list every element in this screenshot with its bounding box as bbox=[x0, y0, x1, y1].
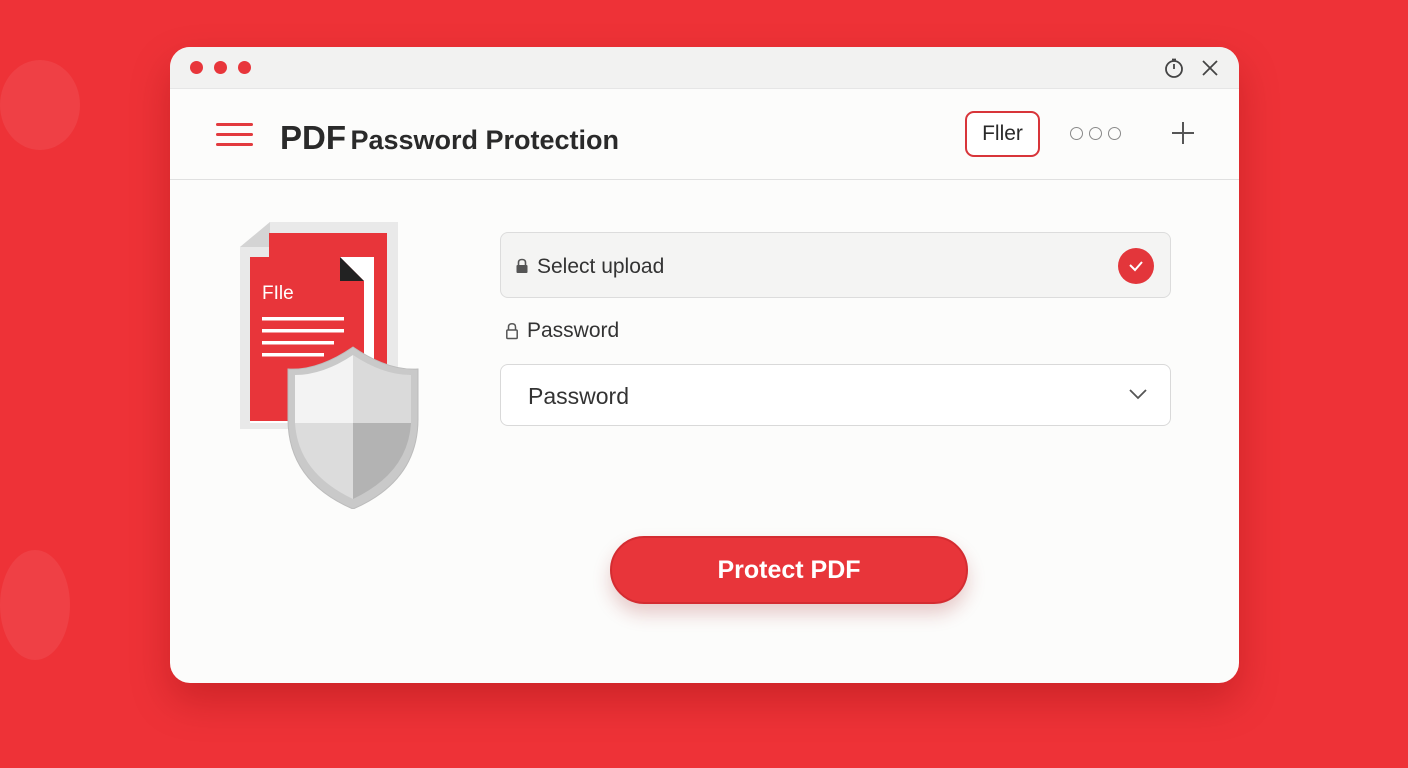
upload-select-field[interactable]: Select upload bbox=[500, 232, 1171, 298]
check-icon bbox=[1118, 248, 1154, 284]
chevron-down-icon[interactable] bbox=[1128, 387, 1148, 401]
window-controls bbox=[190, 61, 251, 74]
plus-icon[interactable] bbox=[1170, 120, 1196, 146]
password-field-label: Password bbox=[505, 319, 619, 343]
protect-pdf-button[interactable]: Protect PDF bbox=[610, 536, 968, 604]
more-icon[interactable] bbox=[1070, 123, 1124, 143]
lock-outline-icon bbox=[506, 323, 518, 340]
password-label-text: Password bbox=[527, 319, 620, 342]
lock-icon bbox=[516, 258, 528, 273]
app-header: PDF Password Protection Fller bbox=[170, 89, 1239, 180]
background-smudge bbox=[0, 60, 80, 150]
hamburger-icon[interactable] bbox=[216, 121, 254, 149]
close-icon[interactable] bbox=[1199, 57, 1221, 79]
background-smudge bbox=[0, 550, 70, 660]
filer-button[interactable]: Fller bbox=[965, 111, 1040, 157]
pdf-shield-illustration: FIle bbox=[238, 219, 424, 509]
window-dot-close[interactable] bbox=[190, 61, 203, 74]
page-title: PDF Password Protection bbox=[280, 119, 619, 157]
page-title-bold: PDF bbox=[280, 119, 346, 156]
page-title-rest: Password Protection bbox=[350, 125, 620, 155]
window-dot-maximize[interactable] bbox=[238, 61, 251, 74]
password-select[interactable]: Password bbox=[500, 364, 1171, 426]
upload-label: Select upload bbox=[537, 255, 665, 278]
app-window: PDF Password Protection Fller FIle Selec… bbox=[170, 47, 1239, 683]
window-dot-minimize[interactable] bbox=[214, 61, 227, 74]
password-select-value: Password bbox=[528, 383, 629, 409]
window-titlebar bbox=[170, 47, 1239, 89]
timer-icon[interactable] bbox=[1163, 57, 1185, 79]
shield-icon bbox=[287, 346, 419, 509]
